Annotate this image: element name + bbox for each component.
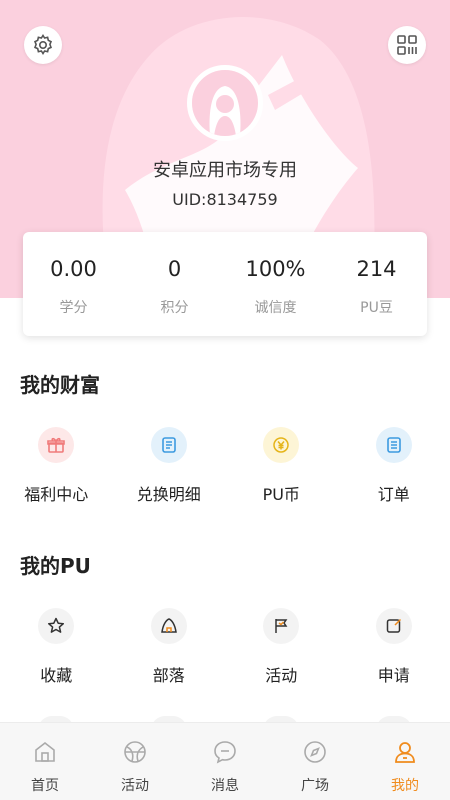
grid-label: 收藏 bbox=[40, 666, 73, 685]
stat-label: PU豆 bbox=[360, 300, 393, 316]
edit-icon bbox=[375, 608, 412, 644]
grid-label: 订单 bbox=[377, 485, 410, 504]
profile-icon bbox=[395, 742, 415, 763]
avatar[interactable] bbox=[187, 65, 263, 141]
grid-label: 申请 bbox=[377, 666, 410, 685]
grid-label: PU币 bbox=[262, 485, 300, 504]
stat-value: 100% bbox=[245, 257, 306, 281]
stats-card: 0.00 学分 0 积分 100% 诚信度 214 PU豆 bbox=[23, 232, 427, 336]
stat-value: 0 bbox=[167, 257, 182, 281]
home-icon bbox=[35, 741, 55, 762]
stat-label: 积分 bbox=[160, 300, 189, 316]
default-avatar-icon bbox=[192, 70, 258, 136]
pu-item-activity[interactable]: 活动 bbox=[225, 608, 338, 686]
pu-item-apply[interactable]: 申请 bbox=[338, 608, 450, 686]
grid-label: 部落 bbox=[152, 666, 185, 685]
stat-label: 学分 bbox=[59, 300, 88, 316]
gift-icon bbox=[38, 427, 75, 463]
grid-label: 福利中心 bbox=[24, 485, 89, 504]
stat-integrity[interactable]: 100% 诚信度 bbox=[225, 232, 326, 336]
pu-item-tribe[interactable]: 部落 bbox=[113, 608, 226, 686]
stat-credits[interactable]: 0.00 学分 bbox=[23, 232, 124, 336]
nav-label: 首页 bbox=[31, 778, 59, 794]
nav-profile[interactable]: 我的 bbox=[360, 723, 450, 800]
user-id: UID:8134759 bbox=[172, 190, 278, 209]
tribe-icon bbox=[150, 608, 187, 644]
wealth-item-orders[interactable]: 订单 bbox=[338, 427, 450, 505]
stat-value: 0.00 bbox=[50, 257, 97, 281]
nav-label: 我的 bbox=[391, 778, 419, 794]
section-title-pu: 我的PU bbox=[20, 554, 91, 578]
username: 安卓应用市场专用 bbox=[153, 160, 297, 181]
section-title-wealth: 我的财富 bbox=[20, 373, 100, 397]
nav-square[interactable]: 广场 bbox=[270, 723, 360, 800]
stat-value: 214 bbox=[356, 257, 397, 281]
pu-item-favorites[interactable]: 收藏 bbox=[0, 608, 113, 686]
grid-label: 兑换明细 bbox=[136, 485, 201, 504]
coin-icon bbox=[263, 427, 300, 463]
bottom-nav: 首页 活动 消息 广场 我的 bbox=[0, 722, 450, 800]
stat-points[interactable]: 0 积分 bbox=[124, 232, 225, 336]
nav-label: 消息 bbox=[211, 778, 239, 794]
wealth-grid: 福利中心 兑换明细 PU币 订单 bbox=[0, 427, 450, 505]
nav-label: 活动 bbox=[121, 778, 149, 794]
pu-grid: 收藏 部落 活动 申请 bbox=[0, 608, 450, 686]
compass-icon bbox=[304, 741, 326, 763]
wealth-item-pu-coin[interactable]: PU币 bbox=[225, 427, 338, 505]
stat-pu-beans[interactable]: 214 PU豆 bbox=[326, 232, 427, 336]
qr-code-icon bbox=[397, 35, 417, 55]
star-icon bbox=[38, 608, 75, 644]
flag-icon bbox=[263, 608, 300, 644]
nav-label: 广场 bbox=[301, 778, 329, 794]
nav-messages[interactable]: 消息 bbox=[180, 723, 270, 800]
stat-label: 诚信度 bbox=[254, 300, 297, 316]
ball-icon bbox=[124, 741, 146, 763]
grid-label: 活动 bbox=[265, 666, 298, 685]
wealth-item-exchange-details[interactable]: 兑换明细 bbox=[113, 427, 226, 505]
nav-home[interactable]: 首页 bbox=[0, 723, 90, 800]
scan-qr-button[interactable] bbox=[388, 26, 426, 64]
gear-icon bbox=[33, 34, 53, 55]
exchange-list-icon bbox=[150, 427, 187, 463]
message-icon bbox=[214, 741, 236, 764]
settings-button[interactable] bbox=[24, 26, 62, 64]
order-icon bbox=[375, 427, 412, 463]
nav-activity[interactable]: 活动 bbox=[90, 723, 180, 800]
wealth-item-welfare[interactable]: 福利中心 bbox=[0, 427, 113, 505]
